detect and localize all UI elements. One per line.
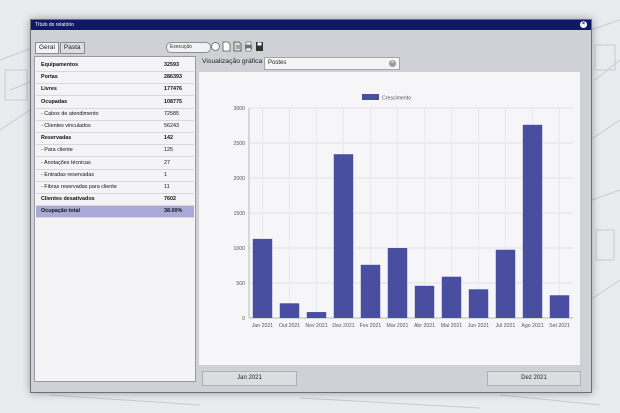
stats-row[interactable]: - Anotações técnicas 27	[36, 158, 194, 170]
stats-value: 56243	[164, 123, 179, 129]
stats-row[interactable]: - Para cliente 125	[36, 145, 194, 158]
stats-label: - Fibras reservadas para cliente	[41, 184, 117, 190]
bar	[306, 312, 327, 318]
bar	[441, 276, 462, 318]
stats-value: 27	[164, 159, 170, 166]
report-window: Título do relatório × Geral Pasta Execuç…	[30, 19, 592, 393]
bar	[279, 303, 300, 318]
bar	[495, 249, 516, 318]
save-icon[interactable]	[255, 41, 264, 52]
stats-row[interactable]: - Fibras reservadas para cliente 11	[36, 182, 194, 194]
y-tick-label: 1500	[233, 211, 245, 217]
x-tick-label: Nov 2021	[305, 323, 327, 329]
bar	[414, 285, 435, 318]
visualization-select-value: Postes	[268, 60, 287, 66]
stats-value: 286393	[164, 74, 182, 81]
stats-row[interactable]: Clientes desativados 7602	[36, 194, 194, 207]
stats-value: 142	[164, 135, 173, 142]
close-icon[interactable]: ×	[580, 21, 587, 28]
y-tick-label: 2500	[233, 141, 245, 147]
stats-value: 177476	[164, 86, 182, 93]
bar	[252, 238, 273, 318]
x-tick-label: Dez 2021	[332, 323, 354, 329]
x-tick-label: Mar 2021	[387, 323, 409, 329]
x-tick-label: Jun 2021	[468, 323, 489, 329]
clear-icon[interactable]: ×	[389, 60, 396, 67]
y-tick-label: 500	[236, 281, 245, 287]
y-tick-label: 2000	[233, 176, 245, 182]
stats-label: - Para cliente	[41, 147, 73, 154]
stats-row[interactable]: Reservadas 142	[36, 133, 194, 146]
stats-label: Livres	[41, 86, 57, 93]
bar	[468, 289, 489, 318]
y-tick-label: 3000	[233, 106, 245, 112]
bar	[522, 124, 543, 318]
x-tick-label: Out 2021	[279, 323, 300, 329]
x-tick-label: Jul 2021	[496, 323, 516, 329]
bar	[333, 154, 354, 318]
tab-pasta[interactable]: Pasta	[59, 42, 85, 54]
legend-swatch	[362, 94, 379, 100]
export-icon[interactable]	[233, 41, 242, 52]
stats-row[interactable]: Equipamentos 32593	[36, 60, 194, 72]
stats-row[interactable]: - Clientes vinculados 56243	[36, 121, 194, 133]
stats-row[interactable]: Livres 177476	[36, 84, 194, 97]
stats-label: Ocupação total	[41, 208, 80, 215]
stats-value: 125	[164, 147, 173, 154]
stats-value: 1	[164, 171, 167, 178]
stats-value: 11	[164, 184, 170, 190]
period-start-button[interactable]: Jan 2021	[202, 371, 297, 386]
stats-label: Portas	[41, 74, 58, 81]
y-tick-label: 0	[242, 316, 245, 322]
stats-label: - Anotações técnicas	[41, 159, 91, 166]
stats-row[interactable]: - Entradas reservadas 1	[36, 170, 194, 182]
document-icon[interactable]	[222, 41, 231, 52]
window-title: Título do relatório	[35, 22, 74, 28]
stats-label: Equipamentos	[41, 62, 79, 68]
stats-label: Ocupadas	[41, 98, 68, 105]
stats-value: 108775	[164, 98, 182, 105]
stats-label: - Cabos de atendimento	[41, 110, 99, 117]
y-tick-label: 1000	[233, 246, 245, 252]
stats-row[interactable]: - Cabos de atendimento 72585	[36, 109, 194, 121]
stats-value: 32593	[164, 62, 179, 68]
stats-label: - Clientes vinculados	[41, 123, 91, 129]
visualization-label: Visualização gráfica	[202, 58, 263, 65]
x-tick-label: Ago 2021	[521, 323, 543, 329]
tab-bar: Geral Pasta	[35, 42, 86, 54]
title-bar: Título do relatório ×	[31, 20, 591, 30]
period-end-button[interactable]: Dez 2021	[487, 371, 581, 386]
stats-row[interactable]: Portas 286393	[36, 72, 194, 85]
x-tick-label: Set 2021	[549, 323, 570, 329]
x-tick-label: Fev 2021	[360, 323, 382, 329]
bar	[387, 248, 408, 318]
stats-value: 7602	[164, 196, 176, 203]
x-tick-label: Abr 2021	[414, 323, 435, 329]
growth-chart: 0 500 1000 1500 2000 2500 3000 Jan 2021 Out 2021…	[199, 72, 580, 365]
stats-label: - Entradas reservadas	[41, 171, 95, 178]
bar	[360, 264, 381, 318]
stats-value: 72585	[164, 110, 179, 117]
stats-panel: Equipamentos 32593 Portas 286393 Livres 17747…	[34, 56, 196, 382]
stats-value: 38.00%	[164, 208, 183, 215]
stats-row[interactable]: Ocupação total 38.00%	[36, 206, 194, 219]
execution-toggle[interactable]: Execução	[166, 42, 211, 53]
x-tick-label: Mai 2021	[441, 323, 462, 329]
visualization-select[interactable]: Postes ×	[264, 57, 400, 70]
tab-geral[interactable]: Geral	[35, 42, 59, 54]
print-icon[interactable]	[244, 41, 253, 52]
toggle-knob[interactable]	[211, 42, 220, 51]
stats-row[interactable]: Ocupadas 108775	[36, 97, 194, 109]
x-tick-label: Jan 2021	[252, 323, 273, 329]
stats-label: Reservadas	[41, 135, 72, 142]
bar	[549, 295, 570, 318]
legend-label: Crescimento	[382, 96, 411, 102]
stats-label: Clientes desativados	[41, 196, 95, 203]
